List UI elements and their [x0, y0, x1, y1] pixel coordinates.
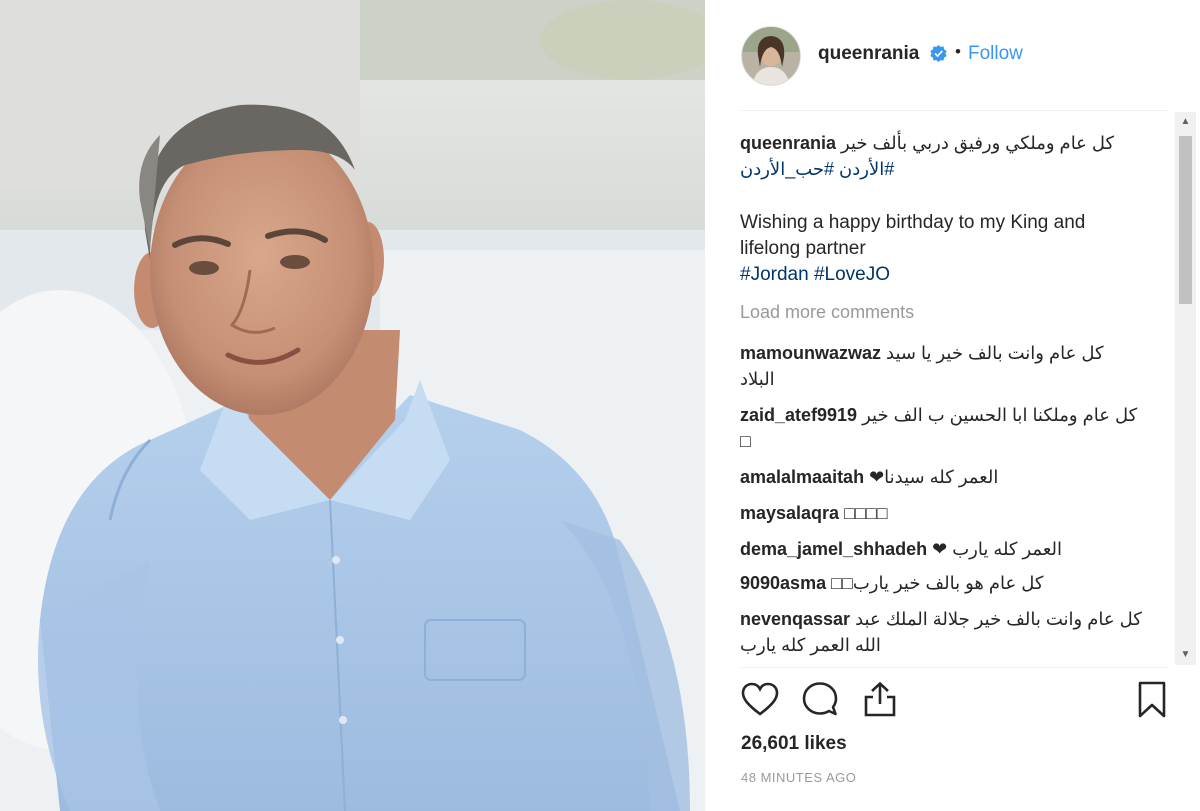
post-header: queenrania • Follow: [705, 0, 1200, 110]
caption-arabic-hashtags[interactable]: #الأردن #حب_الأردن: [740, 159, 894, 179]
post-photo-image: [0, 0, 705, 811]
avatar-image: [742, 27, 800, 85]
comment-text-continued: البلاد: [740, 369, 775, 389]
comment-text-continued: الله العمر كله يارب: [740, 635, 881, 655]
comment-item: 9090asma كل عام هو بالف خير يارب□□: [740, 570, 1160, 596]
caption: queenrania كل عام وملكي ورفيق دربي بألف …: [740, 130, 1160, 182]
comment-text: □□□□: [844, 503, 888, 523]
caption-english-line1: Wishing a happy birthday to my King and: [740, 212, 1086, 233]
comment-username[interactable]: dema_jamel_shhadeh: [740, 539, 927, 559]
separator-dot: •: [955, 42, 961, 61]
comment-item: amalalmaaitah العمر كله سيدنا❤: [740, 464, 1160, 490]
comment-username[interactable]: amalalmaaitah: [740, 467, 864, 487]
likes-count[interactable]: 26,601 likes: [741, 733, 847, 755]
comment-item: nevenqassar كل عام وانت بالف خير جلالة ا…: [740, 606, 1160, 658]
comment-text-continued: □: [740, 431, 751, 451]
follow-button[interactable]: Follow: [968, 43, 1023, 65]
comment-text: العمر كله سيدنا❤: [869, 467, 999, 487]
comment-text: كل عام وانت بالف خير يا سيد: [886, 343, 1104, 363]
comments-list: queenrania كل عام وملكي ورفيق دربي بألف …: [740, 118, 1170, 666]
comment-text: العمر كله يارب ❤: [932, 539, 1063, 559]
comments-scrollbar[interactable]: ▲ ▼: [1175, 112, 1196, 665]
header-divider: [741, 110, 1167, 111]
caption-english: Wishing a happy birthday to my King and …: [740, 210, 1160, 288]
share-icon[interactable]: [860, 680, 900, 720]
username[interactable]: queenrania: [818, 43, 919, 65]
comment-username[interactable]: mamounwazwaz: [740, 343, 881, 363]
verified-badge-icon: [930, 45, 947, 62]
comment-text: كل عام وملكنا ابا الحسين ب الف خير: [862, 405, 1138, 425]
caption-username[interactable]: queenrania: [740, 133, 836, 153]
bookmark-icon[interactable]: [1132, 680, 1172, 720]
comment-bubble-icon[interactable]: [800, 680, 840, 720]
caption-english-line2: lifelong partner: [740, 238, 866, 259]
scroll-up-arrow-icon[interactable]: ▲: [1175, 112, 1196, 132]
comment-item: maysalaqra □□□□: [740, 500, 1160, 526]
caption-english-hashtags[interactable]: #Jordan #LoveJO: [740, 264, 890, 285]
comment-item: zaid_atef9919 كل عام وملكنا ابا الحسين ب…: [740, 402, 1160, 454]
comment-text: كل عام هو بالف خير يارب□□: [831, 573, 1044, 593]
action-bar: [740, 680, 1170, 724]
post-sidebar: queenrania • Follow queenrania كل عام وم…: [705, 0, 1200, 811]
comment-text: كل عام وانت بالف خير جلالة الملك عبد: [855, 609, 1142, 629]
comment-username[interactable]: nevenqassar: [740, 609, 850, 629]
scroll-down-arrow-icon[interactable]: ▼: [1175, 645, 1196, 665]
caption-arabic: كل عام وملكي ورفيق دربي بألف خير: [841, 133, 1115, 153]
comment-item: mamounwazwaz كل عام وانت بالف خير يا سيد…: [740, 340, 1160, 392]
post-photo: [0, 0, 705, 811]
post-timestamp[interactable]: 48 MINUTES AGO: [741, 770, 856, 785]
heart-icon[interactable]: [740, 680, 780, 720]
load-more-comments-button[interactable]: Load more comments: [740, 302, 914, 323]
actions-divider: [741, 667, 1167, 668]
comment-item: dema_jamel_shhadeh العمر كله يارب ❤: [740, 536, 1160, 562]
avatar[interactable]: [741, 26, 801, 86]
comment-username[interactable]: 9090asma: [740, 573, 826, 593]
scrollbar-thumb[interactable]: [1179, 136, 1192, 304]
comment-username[interactable]: maysalaqra: [740, 503, 839, 523]
comment-username[interactable]: zaid_atef9919: [740, 405, 857, 425]
